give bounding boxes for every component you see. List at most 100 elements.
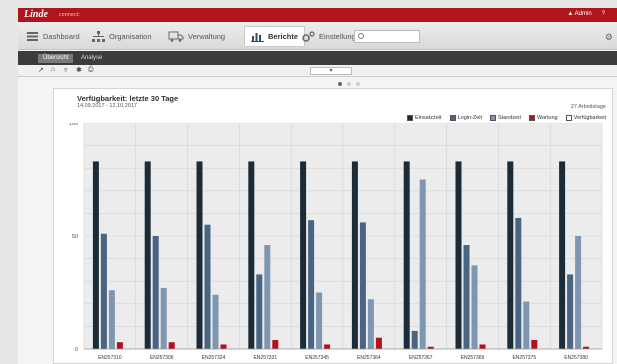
- help-icon[interactable]: ?: [602, 11, 605, 17]
- nav-label: Organisation: [109, 32, 152, 41]
- bar: [220, 344, 227, 349]
- nav-label: Berichte: [268, 32, 299, 41]
- pager-dot[interactable]: [347, 82, 351, 86]
- y-tick-label: 50: [72, 234, 78, 240]
- user-menu[interactable]: ▲ Admin: [567, 11, 591, 17]
- legend-swatch: [449, 115, 456, 121]
- x-tick-label: EN257331: [253, 355, 277, 361]
- bar: [160, 287, 167, 349]
- bar: [116, 342, 123, 349]
- bar: [168, 342, 175, 349]
- bar: [455, 161, 462, 349]
- bar: [264, 245, 271, 349]
- bar: [367, 299, 374, 349]
- bar: [248, 161, 255, 349]
- x-tick-label: EN257380: [564, 355, 588, 361]
- legend-label: Wartung: [536, 115, 558, 121]
- search-icon: [358, 33, 364, 39]
- user-area: ▲ Admin ?: [567, 11, 605, 17]
- pager-dot[interactable]: [338, 82, 342, 86]
- bar: [196, 161, 203, 349]
- nav-label: Dashboard: [43, 32, 80, 41]
- bar: [324, 344, 331, 349]
- bar: [471, 265, 478, 349]
- legend-swatch: [528, 115, 535, 121]
- brand-subtitle: connect:: [59, 12, 81, 18]
- bar: [507, 161, 514, 349]
- nav-berichte[interactable]: Berichte: [244, 26, 306, 47]
- app-window: Linde connect: ▲ Admin ? Dashboard Organ…: [18, 8, 617, 364]
- search-input[interactable]: [354, 30, 420, 43]
- bar: [411, 330, 418, 349]
- legend-swatch: [406, 115, 413, 121]
- brand-logo[interactable]: Linde: [24, 9, 48, 20]
- legend-item[interactable]: Wartung: [528, 115, 558, 121]
- bar: [567, 274, 574, 349]
- bar: [559, 161, 566, 349]
- x-tick-label: EN257324: [202, 355, 226, 361]
- org-chart-icon: [92, 31, 105, 42]
- bar: [403, 161, 410, 349]
- bar: [108, 290, 115, 349]
- bar: [479, 344, 486, 349]
- chart-period-note: 27 Arbeitstage: [570, 104, 606, 110]
- bar: [92, 161, 99, 349]
- legend-label: Login-Zeit: [457, 115, 483, 121]
- bar: [515, 217, 522, 349]
- y-tick-label: 100: [69, 123, 78, 127]
- legend-swatch: [565, 115, 572, 121]
- bar: [523, 301, 530, 349]
- bar: [300, 161, 307, 349]
- bar: [212, 294, 219, 349]
- bar: [204, 224, 211, 349]
- bar: [575, 236, 582, 349]
- bar: [359, 222, 366, 349]
- settings-icon[interactable]: ✱: [76, 66, 82, 74]
- collapse-handle[interactable]: ▾: [310, 67, 352, 75]
- bar: [375, 337, 382, 349]
- bar: [463, 245, 470, 349]
- chart-title: Verfügbarkeit: letzte 30 Tage: [77, 94, 179, 103]
- legend-label: Einsatzzeit: [414, 115, 442, 121]
- gear-icon[interactable]: ⚙: [605, 32, 613, 43]
- x-tick-label: EN257369: [461, 355, 485, 361]
- bar: [256, 274, 263, 349]
- legend-item[interactable]: Verfügbarkeit: [565, 115, 606, 121]
- legend-item[interactable]: Login-Zeit: [449, 115, 483, 121]
- legend-swatch: [490, 115, 497, 121]
- bar: [144, 161, 151, 349]
- bar: [419, 179, 426, 349]
- print-icon[interactable]: ⎙: [88, 66, 94, 74]
- bar: [152, 236, 159, 349]
- pager-dot[interactable]: [356, 82, 360, 86]
- sub-navigation: Übersicht Analyse: [18, 51, 617, 65]
- tab-analysis[interactable]: Analyse: [76, 54, 107, 63]
- bar-chart: 0 50 100 EN257310 EN257306 EN257324 EN257331 EN…: [69, 123, 603, 361]
- legend-item[interactable]: Standzeit: [490, 115, 521, 121]
- legend-item[interactable]: Einsatzzeit: [406, 115, 442, 121]
- truck-icon: [168, 31, 184, 42]
- x-tick-label: EN257364: [357, 355, 381, 361]
- legend-label: Verfügbarkeit: [573, 115, 606, 121]
- x-tick-label: EN257306: [150, 355, 174, 361]
- main-navigation: Dashboard Organisation Verwaltung Berich…: [18, 22, 617, 50]
- tab-overview[interactable]: Übersicht: [38, 54, 74, 63]
- home-icon[interactable]: ⌂: [51, 66, 55, 73]
- filter-icon[interactable]: ▿: [64, 66, 68, 74]
- x-tick-label: EN257375: [512, 355, 536, 361]
- nav-organisation[interactable]: Organisation: [92, 28, 152, 45]
- toolbar: ↗ ⌂ ▿ ✱ ⎙ ▾: [18, 65, 617, 77]
- nav-label: Verwaltung: [188, 32, 226, 41]
- bar: [316, 292, 323, 349]
- expand-icon[interactable]: ↗: [38, 66, 44, 74]
- chart-subtitle: 14.09.2017 - 12.10.2017: [77, 103, 137, 109]
- legend-label: Standzeit: [498, 115, 521, 121]
- nav-verwaltung[interactable]: Verwaltung: [168, 28, 225, 45]
- x-tick-label: EN257345: [305, 355, 329, 361]
- chart-panel: Verfügbarkeit: letzte 30 Tage 14.09.2017…: [53, 88, 613, 364]
- top-bar: Linde connect: ▲ Admin ?: [18, 8, 617, 22]
- bar: [308, 220, 315, 349]
- bar-chart-icon: [251, 31, 264, 42]
- nav-dashboard[interactable]: Dashboard: [26, 28, 80, 45]
- x-tick-label: EN257310: [98, 355, 122, 361]
